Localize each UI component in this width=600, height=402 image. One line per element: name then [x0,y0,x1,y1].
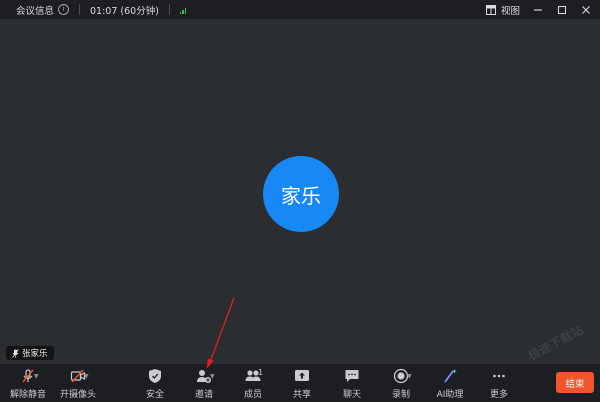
record-button[interactable]: ▼ 录制 [377,367,425,401]
mic-muted-icon [12,348,19,358]
unmute-label: 解除静音 [9,390,46,400]
chat-button[interactable]: 聊天 [328,367,376,401]
chat-icon [345,370,359,382]
view-label: 视图 [500,5,520,17]
close-icon [582,5,590,14]
divider [168,4,170,15]
participant-avatar: 家乐 [263,156,339,232]
meeting-duration: 01:07 (60分钟) [90,5,159,17]
end-meeting-button[interactable]: 结束 [556,372,594,393]
maximize-icon [557,5,567,14]
meeting-info-link[interactable]: 会议信息 [16,3,54,17]
chevron-down-icon[interactable]: ▼ [84,373,89,380]
participant-name-tag: 张家乐 [6,346,54,360]
share-screen-icon [295,370,309,381]
info-icon[interactable]: i [58,4,70,15]
more-label: 更多 [489,390,508,400]
camera-button[interactable]: ▼ 开摄像头 [54,367,102,401]
minimize-button[interactable] [532,4,544,16]
security-button[interactable]: 安全 [131,367,179,401]
watermark: 极速下载站 [525,322,586,364]
chevron-down-icon[interactable]: ▼ [34,373,39,380]
title-bar: 会议信息 i 01:07 (60分钟) 视图 [0,0,600,19]
member-count: 1 [258,368,264,377]
ai-wand-icon [444,369,457,383]
record-label: 录制 [391,390,410,400]
participant-name: 张家乐 [22,349,48,359]
unmute-button[interactable]: ▼ 解除静音 [4,367,52,401]
more-button[interactable]: 更多 [475,367,523,401]
signal-icon[interactable] [179,6,187,14]
more-icon [493,374,505,378]
share-button[interactable]: 共享 [278,367,326,401]
grid-view-icon [485,4,496,15]
share-label: 共享 [292,390,311,400]
security-label: 安全 [145,390,164,400]
minimize-icon [534,8,542,11]
ai-assistant-button[interactable]: AI助理 [426,367,474,401]
chat-label: 聊天 [342,390,361,400]
shield-icon [149,369,161,383]
view-button[interactable]: 视图 [485,3,520,17]
camera-label: 开摄像头 [59,390,96,400]
maximize-button[interactable] [556,4,568,16]
invite-button[interactable]: ▼ 邀请 [180,367,228,401]
ai-assistant-label: AI助理 [436,390,464,400]
divider [79,4,81,15]
chevron-down-icon[interactable]: ▼ [407,373,412,380]
invite-label: 邀请 [194,390,213,400]
video-stage: 家乐 张家乐 极速下载站 [0,19,600,364]
members-button[interactable]: 1 成员 [229,367,277,401]
close-button[interactable] [580,4,592,16]
meeting-toolbar: ▼ 解除静音 ▼ 开摄像头 安全 ▼ 邀请 1 成员 共享 聊天 ▼ 录制 AI… [0,364,600,402]
members-label: 成员 [243,390,262,400]
chevron-down-icon[interactable]: ▼ [210,373,215,380]
